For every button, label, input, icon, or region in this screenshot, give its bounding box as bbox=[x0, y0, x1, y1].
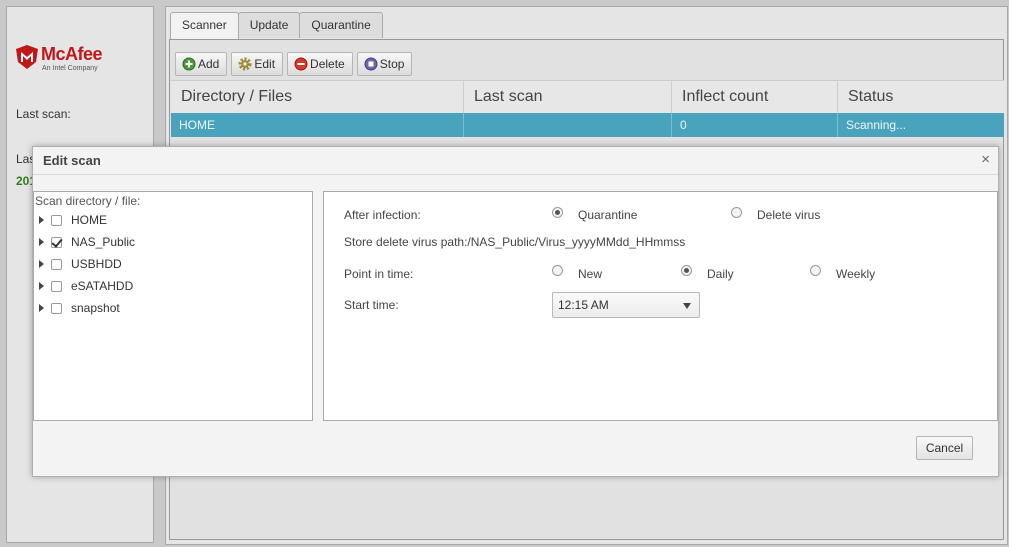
expand-arrow-icon[interactable] bbox=[39, 282, 44, 290]
radio-button[interactable] bbox=[731, 207, 742, 218]
radio-quarantine-label[interactable]: Quarantine bbox=[578, 208, 637, 222]
radio-weekly-label[interactable]: Weekly bbox=[836, 267, 875, 281]
column-directory[interactable]: Directory / Files bbox=[171, 81, 464, 113]
last-scan-label: Last scan: bbox=[16, 107, 71, 121]
tree-item-home[interactable]: HOME bbox=[39, 212, 107, 228]
cell-status: Scanning... bbox=[846, 118, 907, 132]
start-time-value: 12:15 AM bbox=[558, 298, 609, 312]
cell-last-scan bbox=[464, 113, 672, 137]
edit-scan-dialog: Edit scan × Scan directory / file: HOME … bbox=[32, 146, 999, 477]
tab-quarantine[interactable]: Quarantine bbox=[299, 12, 383, 38]
column-last-scan[interactable]: Last scan bbox=[464, 81, 672, 113]
radio-delete-virus-label[interactable]: Delete virus bbox=[757, 208, 820, 222]
radio-daily[interactable] bbox=[681, 265, 692, 276]
dialog-title: Edit scan bbox=[43, 153, 101, 168]
start-time-label: Start time: bbox=[344, 298, 399, 312]
tree-checkbox[interactable] bbox=[51, 236, 62, 248]
scan-options: After infection: Quarantine Delete virus… bbox=[323, 191, 998, 421]
add-label: Add bbox=[198, 57, 220, 71]
close-icon[interactable]: × bbox=[981, 152, 990, 168]
cell-directory: HOME bbox=[171, 113, 464, 137]
expand-arrow-icon[interactable] bbox=[39, 238, 44, 246]
directory-tree: Scan directory / file: HOME NAS_Public U… bbox=[33, 191, 313, 421]
tree-checkbox[interactable] bbox=[51, 280, 62, 292]
tree-checkbox[interactable] bbox=[51, 214, 62, 226]
radio-weekly[interactable] bbox=[810, 265, 821, 276]
cell-count: 0 bbox=[672, 113, 838, 137]
delete-label: Delete bbox=[310, 57, 345, 71]
add-button[interactable]: Add bbox=[175, 52, 228, 76]
radio-new-label[interactable]: New bbox=[578, 267, 602, 281]
expand-arrow-icon[interactable] bbox=[39, 216, 44, 224]
mcafee-logo: McAfee An Intel Company bbox=[16, 44, 126, 81]
tree-item-label: eSATAHDD bbox=[71, 279, 134, 293]
tree-item-label: HOME bbox=[71, 213, 107, 227]
radio-quarantine[interactable] bbox=[552, 207, 563, 218]
stop-button[interactable]: Stop bbox=[356, 52, 413, 76]
tree-item-label: NAS_Public bbox=[71, 235, 136, 249]
table-row[interactable]: HOME 0 Scanning... bbox=[171, 113, 1004, 137]
minus-circle-icon bbox=[294, 57, 308, 71]
stop-label: Stop bbox=[379, 57, 405, 71]
tab-bar: Scanner Update Quarantine bbox=[170, 12, 383, 39]
mcafee-shield-icon bbox=[16, 45, 38, 69]
chevron-down-icon[interactable] bbox=[683, 303, 691, 309]
expand-arrow-icon[interactable] bbox=[39, 260, 44, 268]
tree-item-label: USBHDD bbox=[71, 257, 122, 271]
toolbar: Add Edit Delete Stop bbox=[175, 52, 413, 76]
tree-item-usbhdd[interactable]: USBHDD bbox=[39, 256, 122, 272]
dialog-header: Edit scan × bbox=[33, 147, 998, 175]
radio-button[interactable] bbox=[552, 265, 563, 276]
tab-scanner[interactable]: Scanner bbox=[170, 12, 239, 39]
store-path-text: Store delete virus path:/NAS_Public/Viru… bbox=[344, 235, 686, 249]
edit-label: Edit bbox=[254, 57, 276, 71]
gear-icon bbox=[238, 57, 252, 71]
expand-arrow-icon[interactable] bbox=[39, 304, 44, 312]
tree-item-esatahdd[interactable]: eSATAHDD bbox=[39, 278, 133, 294]
tree-checkbox[interactable] bbox=[51, 302, 62, 314]
radio-button[interactable] bbox=[552, 207, 563, 218]
tab-update[interactable]: Update bbox=[237, 12, 301, 38]
start-time-select[interactable]: 12:15 AM bbox=[552, 292, 700, 318]
plus-circle-icon bbox=[182, 57, 196, 71]
tree-item-snapshot[interactable]: snapshot bbox=[39, 300, 120, 316]
tree-label: Scan directory / file: bbox=[35, 194, 141, 208]
radio-button[interactable] bbox=[681, 265, 692, 276]
radio-button[interactable] bbox=[810, 265, 821, 276]
radio-daily-label[interactable]: Daily bbox=[707, 267, 734, 281]
radio-delete-virus[interactable] bbox=[731, 207, 742, 218]
tree-checkbox[interactable] bbox=[51, 258, 62, 270]
grid-header: Directory / Files Last scan Inflect coun… bbox=[171, 80, 1004, 114]
after-infection-label: After infection: bbox=[344, 208, 421, 222]
stop-icon bbox=[364, 57, 378, 71]
brand-name: McAfee bbox=[41, 44, 103, 64]
tree-item-nas-public[interactable]: NAS_Public bbox=[39, 234, 135, 250]
column-inflect-count[interactable]: Inflect count bbox=[672, 81, 838, 113]
brand-subtitle: An Intel Company bbox=[42, 65, 98, 72]
cancel-button[interactable]: Cancel bbox=[916, 436, 973, 460]
edit-button[interactable]: Edit bbox=[231, 52, 284, 76]
delete-button[interactable]: Delete bbox=[287, 52, 353, 76]
point-in-time-label: Point in time: bbox=[344, 267, 414, 281]
radio-new[interactable] bbox=[552, 265, 563, 276]
tree-item-label: snapshot bbox=[71, 301, 120, 315]
column-status[interactable]: Status bbox=[838, 81, 1004, 113]
